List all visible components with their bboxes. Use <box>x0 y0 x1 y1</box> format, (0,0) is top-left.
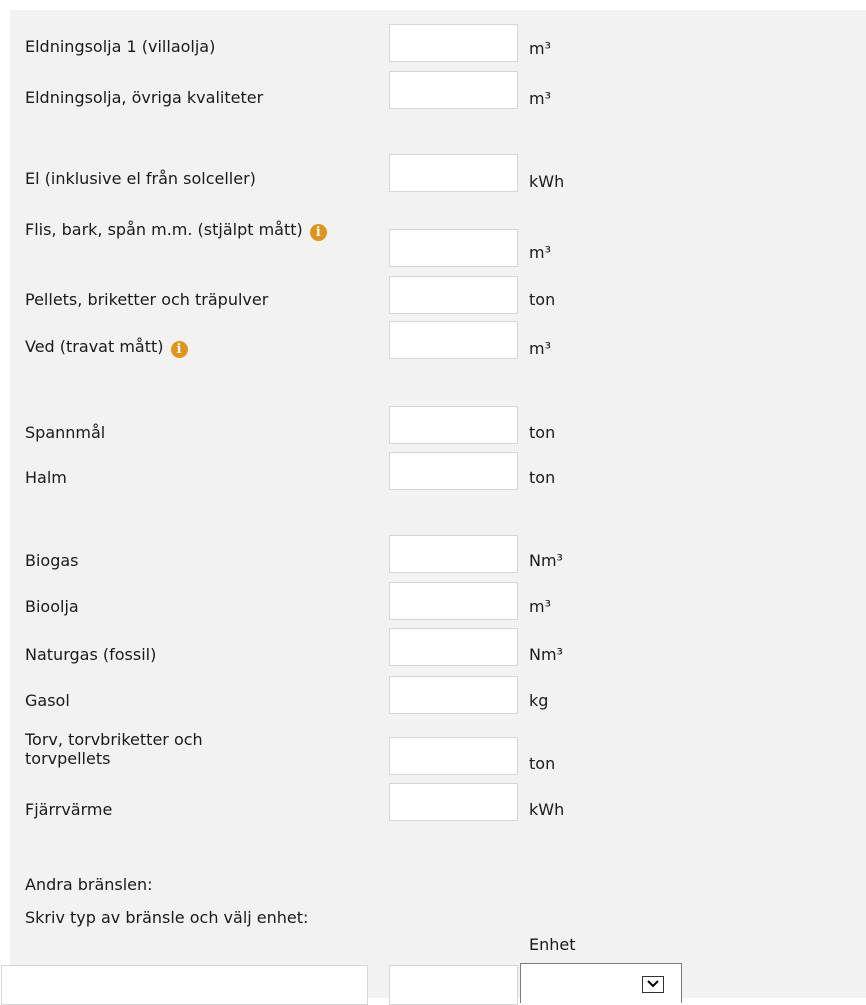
fuel-label-villaolja: Eldningsolja 1 (villaolja) <box>25 37 216 56</box>
fuel-unit-naturgas: Nm³ <box>529 645 563 664</box>
fuel-input-el[interactable] <box>389 154 518 192</box>
fuel-input-bioolja[interactable] <box>389 582 518 620</box>
fuel-input-biogas[interactable] <box>389 535 518 573</box>
fuel-unit-eldningsolja-ovriga: m³ <box>529 89 551 108</box>
fuel-label-eldningsolja-ovriga: Eldningsolja, övriga kvaliteter <box>25 88 264 107</box>
fuel-label-bioolja: Bioolja <box>25 597 79 616</box>
fuel-unit-pellets: ton <box>529 290 556 309</box>
fuel-label-halm: Halm <box>25 468 67 487</box>
info-icon[interactable]: i <box>309 224 327 241</box>
fuel-label-spannmal: Spannmål <box>25 423 106 442</box>
other-fuel-type-input[interactable] <box>1 965 368 1005</box>
fuel-unit-spannmal: ton <box>529 423 556 442</box>
fuel-label-gasol: Gasol <box>25 691 70 710</box>
fuel-unit-flis: m³ <box>529 243 551 262</box>
fuel-input-torv[interactable] <box>389 737 518 775</box>
fuel-label-ved: Ved (travat mått) i <box>25 337 355 358</box>
fuel-unit-torv: ton <box>529 754 556 773</box>
fuel-input-spannmal[interactable] <box>389 406 518 444</box>
dropdown-arrow-button[interactable] <box>642 976 664 993</box>
fuel-unit-halm: ton <box>529 468 556 487</box>
fuel-label-biogas: Biogas <box>25 551 79 570</box>
fuel-label-torv: Torv, torvbriketter och torvpellets <box>25 730 203 768</box>
fuel-input-naturgas[interactable] <box>389 628 518 666</box>
fuel-unit-bioolja: m³ <box>529 597 551 616</box>
fuel-input-villaolja[interactable] <box>389 24 518 62</box>
other-fuel-amount-input[interactable] <box>389 965 518 1005</box>
fuel-unit-el: kWh <box>529 172 565 191</box>
fuel-label-flis-text: Flis, bark, spån m.m. (stjälpt mått) <box>25 220 303 239</box>
fuel-input-eldningsolja-ovriga[interactable] <box>389 71 518 109</box>
fuel-label-fjarrvarme: Fjärrvärme <box>25 800 113 819</box>
info-icon[interactable]: i <box>170 341 188 358</box>
unit-column-header: Enhet <box>529 935 576 954</box>
fuel-input-pellets[interactable] <box>389 276 518 314</box>
fuel-unit-ved: m³ <box>529 339 551 358</box>
fuel-unit-villaolja: m³ <box>529 39 551 58</box>
fuel-label-naturgas: Naturgas (fossil) <box>25 645 157 664</box>
fuel-unit-biogas: Nm³ <box>529 551 563 570</box>
fuel-label-ved-text: Ved (travat mått) <box>25 337 164 356</box>
fuel-unit-fjarrvarme: kWh <box>529 800 565 819</box>
fuel-input-gasol[interactable] <box>389 676 518 714</box>
fuel-label-flis: Flis, bark, spån m.m. (stjälpt mått) i <box>25 220 345 241</box>
fuel-input-ved[interactable] <box>389 321 518 359</box>
other-fuels-instruction: Skriv typ av bränsle och välj enhet: <box>25 908 309 927</box>
fuel-label-el: El (inklusive el från solceller) <box>25 169 256 188</box>
fuel-input-fjarrvarme[interactable] <box>389 783 518 821</box>
chevron-down-icon <box>643 980 663 988</box>
other-fuels-heading: Andra bränslen: <box>25 875 153 894</box>
fuel-input-halm[interactable] <box>389 452 518 490</box>
fuel-label-pellets: Pellets, briketter och träpulver <box>25 290 269 309</box>
fuel-input-flis[interactable] <box>389 229 518 267</box>
fuel-unit-gasol: kg <box>529 691 549 710</box>
